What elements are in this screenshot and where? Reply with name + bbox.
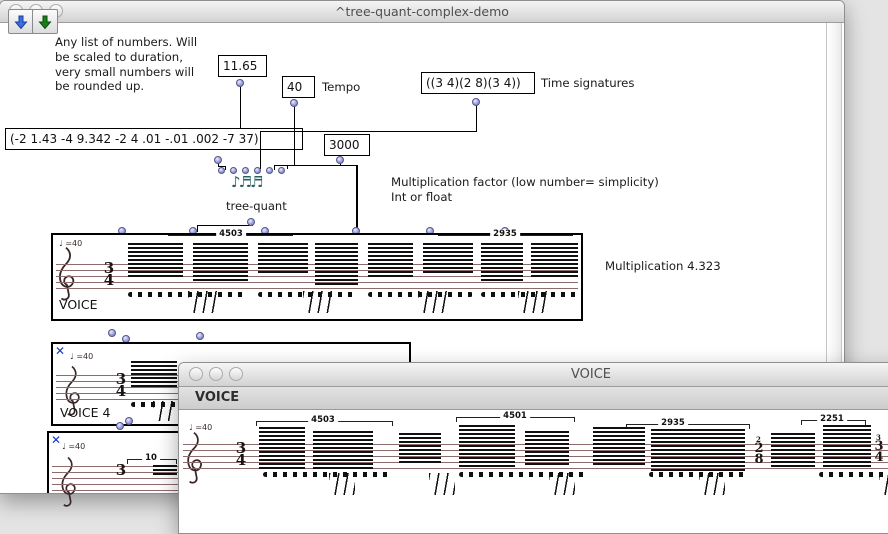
beam-cluster <box>459 425 515 469</box>
tempo-marking: ♩ =40 <box>62 442 85 451</box>
comment-tempo: Tempo <box>322 80 360 95</box>
wire <box>356 165 358 233</box>
beam-cluster <box>131 361 177 389</box>
voice-label: VOICE 4 <box>60 405 110 420</box>
beam-cluster <box>593 427 645 467</box>
tree-quant-input-port[interactable] <box>218 167 225 174</box>
comment-multiplication-result: Multiplication 4.323 <box>605 259 721 274</box>
beam-cluster <box>399 433 441 465</box>
beam-cluster <box>313 431 373 469</box>
main-score-editor[interactable]: ♩ =40 3 4 <box>51 233 583 321</box>
tuplet-number: 10 <box>142 453 160 463</box>
tree-quant-label[interactable]: tree-quant <box>226 199 287 214</box>
beam-cluster <box>823 425 871 469</box>
timesig-output-port[interactable] <box>472 98 480 106</box>
wire <box>287 165 357 166</box>
stems <box>303 291 333 313</box>
wire <box>476 102 477 131</box>
score-port[interactable] <box>196 332 204 340</box>
score-port[interactable] <box>116 422 124 430</box>
beam-cluster <box>315 243 358 285</box>
tempo-marking: ♩ =40 <box>70 352 93 361</box>
time-signature: 3 4 <box>235 442 247 466</box>
timesig-change: 2 8 <box>753 443 765 465</box>
noteheads <box>819 472 888 477</box>
comment-time-signatures: Time signatures <box>541 76 634 91</box>
beam-cluster <box>193 243 248 283</box>
multiplication-box[interactable]: 3000 <box>324 134 370 156</box>
voice-header-bar: VOICE <box>179 387 888 410</box>
wire <box>294 101 295 165</box>
main-window-title: ^tree-quant-complex-demo <box>0 4 844 19</box>
timesig-change: 3 4 <box>873 441 885 463</box>
desktop: { "main_window": { "title": "^tree-quant… <box>0 0 888 490</box>
wire <box>260 131 477 132</box>
beam-cluster <box>368 243 413 279</box>
beam-cluster <box>651 429 745 471</box>
stems <box>549 473 575 495</box>
duration-box[interactable]: 11.65 <box>218 55 267 77</box>
stems <box>429 473 455 495</box>
tree-quant-input-port[interactable] <box>266 167 273 174</box>
time-signature: 3 <box>115 464 127 476</box>
tuplet-number: 4503 <box>216 229 246 239</box>
stems <box>329 473 355 495</box>
voice-score-canvas[interactable]: ♩ =40 3 4 4503 4501 2935 2251 2 <box>179 410 888 533</box>
wire <box>260 131 261 169</box>
voice-label: VOICE <box>59 297 97 312</box>
stems <box>418 291 448 313</box>
stems <box>518 291 548 313</box>
tuplet-number: 4501 <box>500 411 530 421</box>
score-port[interactable] <box>108 329 116 337</box>
wire <box>197 225 198 232</box>
stems <box>699 473 725 495</box>
stems <box>188 291 218 313</box>
multiplication-output-port[interactable] <box>336 156 344 164</box>
tuplet-number: 2935 <box>490 229 520 239</box>
note-icons: ♪♬♬ <box>231 173 261 191</box>
beam-cluster <box>771 433 815 467</box>
noteheads <box>263 472 393 477</box>
tuplet-number: 2251 <box>817 414 847 424</box>
tree-quant-output-port[interactable] <box>247 218 255 226</box>
time-signature: 3 4 <box>103 262 115 286</box>
beam-cluster <box>525 431 569 467</box>
tree-quant-input-port[interactable] <box>278 167 285 174</box>
eval-all-button[interactable] <box>32 9 58 34</box>
score-port[interactable] <box>125 417 133 425</box>
tuplet-number: 4503 <box>308 415 338 425</box>
wire <box>225 166 226 170</box>
time-signature: 3 4 <box>115 373 127 397</box>
stems <box>153 401 177 421</box>
tuplet-number: 2935 <box>658 418 688 428</box>
voice-header-label: VOICE <box>195 390 239 405</box>
stems <box>879 473 888 495</box>
main-window-titlebar[interactable]: ^tree-quant-complex-demo <box>0 1 844 23</box>
beam-cluster <box>128 243 183 277</box>
green-down-arrow-icon <box>37 14 53 30</box>
voice-window: VOICE VOICE ♩ =40 3 4 4503 4501 2935 225… <box>178 362 888 534</box>
time-signatures-box[interactable]: ((3 4)(2 8)(3 4)) <box>421 72 535 94</box>
beam-cluster <box>259 427 305 469</box>
duration-output-port[interactable] <box>236 79 244 87</box>
voice-window-titlebar[interactable]: VOICE <box>179 363 888 387</box>
wire <box>197 225 253 226</box>
tempo-output-port[interactable] <box>290 99 298 107</box>
beam-cluster <box>481 243 523 283</box>
beam-cluster <box>423 243 473 273</box>
number-list-box[interactable]: (-2 1.43 -4 9.342 -2 4 .01 -.01 .002 -7 … <box>5 128 303 150</box>
wire <box>240 83 241 128</box>
wire <box>274 165 275 170</box>
wire <box>287 165 288 169</box>
tempo-box[interactable]: 40 <box>282 76 315 98</box>
list-output-port[interactable] <box>214 156 222 164</box>
beam-cluster <box>258 243 308 273</box>
voice-window-title: VOICE <box>179 367 888 382</box>
close-box-icon[interactable]: ✕ <box>55 345 67 357</box>
beam-cluster <box>153 465 177 477</box>
comment-multiplication-factor: Multiplication factor (low number= simpl… <box>391 175 659 205</box>
beam-cluster <box>531 243 578 277</box>
eval-patch-button[interactable] <box>8 9 34 34</box>
blue-down-arrow-icon <box>13 14 29 30</box>
